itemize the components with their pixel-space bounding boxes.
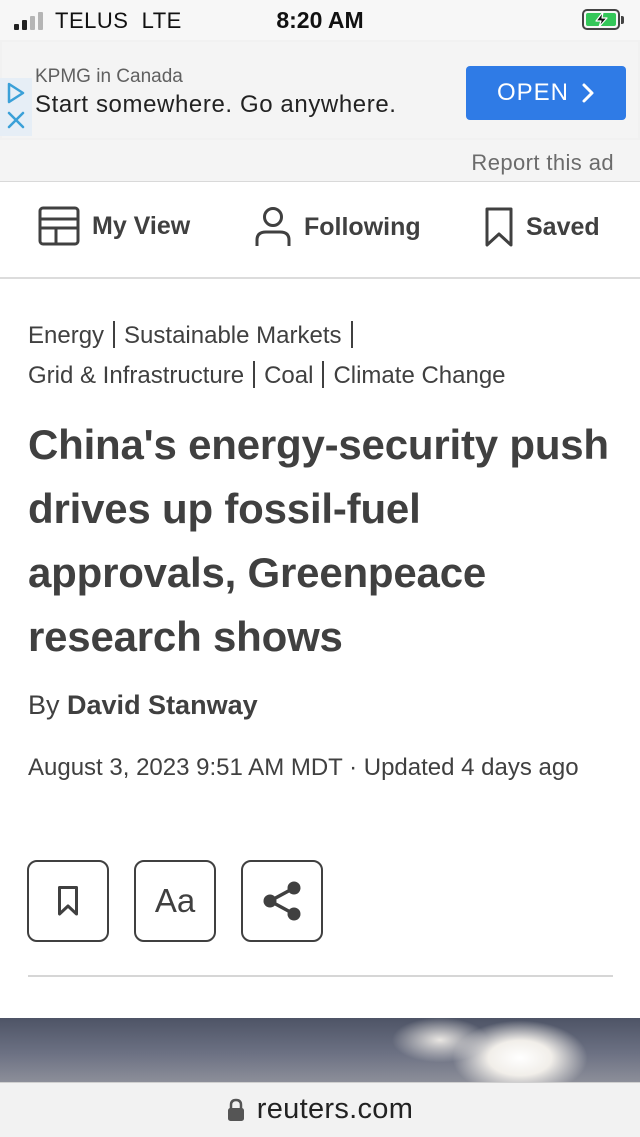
lock-icon: [227, 1098, 244, 1121]
tag-separator: [253, 361, 256, 389]
nav-my-view[interactable]: My View: [38, 206, 190, 246]
tag-link[interactable]: Coal: [264, 362, 313, 389]
article-hero-image[interactable]: [0, 1018, 640, 1082]
byline: By David Stanway: [28, 690, 258, 721]
reader-nav: My View Following Saved: [0, 182, 640, 279]
advertisement-banner[interactable]: KPMG in Canada Start somewhere. Go anywh…: [0, 40, 640, 141]
text-size-button[interactable]: Aa: [134, 860, 216, 942]
ad-headline: Start somewhere. Go anywhere.: [35, 91, 397, 118]
share-button[interactable]: [241, 860, 323, 942]
share-icon: [263, 881, 301, 921]
tag-link[interactable]: Grid & Infrastructure: [28, 362, 244, 389]
save-article-button[interactable]: [27, 860, 109, 942]
article-dateline: August 3, 2023 9:51 AM MDT · Updated 4 d…: [28, 754, 579, 781]
author-link[interactable]: David Stanway: [67, 690, 258, 720]
nav-my-view-label: My View: [92, 211, 191, 240]
tag-link[interactable]: Energy: [28, 322, 104, 349]
tag-separator: [322, 361, 325, 389]
person-icon: [255, 207, 291, 246]
status-time: 8:20 AM: [276, 7, 364, 33]
nav-following[interactable]: Following: [254, 206, 421, 248]
tag-separator: [113, 321, 116, 349]
ad-sponsor: KPMG in Canada: [35, 66, 183, 87]
bookmark-icon: [58, 886, 78, 916]
battery-charging-icon: [582, 9, 624, 30]
section-divider: [28, 975, 613, 977]
bookmark-icon: [485, 207, 513, 247]
layout-icon: [38, 206, 80, 246]
report-ad-row: Report this ad: [0, 140, 640, 182]
adchoices-icon[interactable]: [6, 82, 26, 104]
chevron-right-icon: [582, 83, 594, 103]
nav-saved-label: Saved: [526, 212, 600, 241]
text-size-icon: Aa: [154, 882, 196, 919]
browser-url-bar[interactable]: reuters.com: [0, 1082, 640, 1137]
tag-link[interactable]: Climate Change: [333, 362, 505, 389]
ad-open-label: OPEN: [496, 79, 569, 106]
url-domain: reuters.com: [256, 1093, 414, 1125]
nav-saved[interactable]: Saved: [484, 206, 600, 248]
nav-following-label: Following: [304, 212, 421, 241]
ad-content[interactable]: KPMG in Canada Start somewhere. Go anywh…: [2, 42, 638, 138]
url-display[interactable]: reuters.com: [0, 1093, 640, 1126]
ad-choices[interactable]: [0, 78, 32, 136]
close-ad-icon[interactable]: [6, 110, 26, 130]
byline-prefix: By: [28, 690, 60, 720]
report-ad-link[interactable]: Report this ad: [471, 150, 614, 176]
status-bar: TELUS LTE 8:20 AM: [0, 0, 640, 40]
article-headline: China's energy-security push drives up f…: [28, 421, 609, 660]
tag-link[interactable]: Sustainable Markets: [124, 322, 341, 349]
article-tools: Aa: [27, 860, 323, 942]
topic-tags: Energy Sustainable Markets Grid & Infrast…: [28, 316, 618, 396]
tag-separator: [350, 321, 353, 349]
ad-open-button[interactable]: OPEN: [466, 66, 626, 120]
